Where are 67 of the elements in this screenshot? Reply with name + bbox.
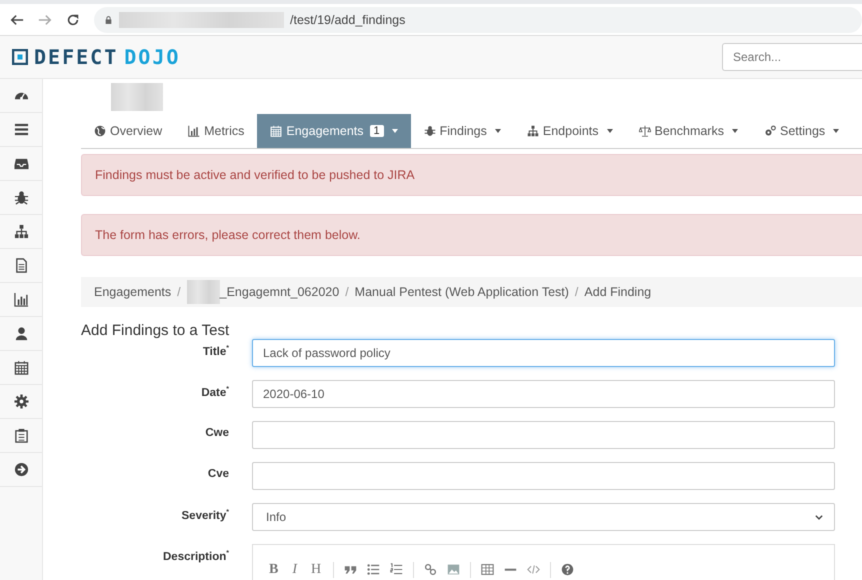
arrow-circle-icon: [14, 462, 28, 477]
breadcrumb-item[interactable]: Manual Pentest (Web Application Test): [354, 285, 569, 299]
numbered-list-icon[interactable]: [390, 563, 404, 576]
bar-chart-icon: [14, 292, 28, 307]
link-icon[interactable]: [424, 563, 438, 576]
calendar-icon: [14, 360, 28, 375]
format-button[interactable]: B: [267, 562, 280, 578]
reload-icon: [66, 12, 80, 26]
logo-icon: [12, 49, 28, 65]
sitemap-icon: [14, 224, 28, 239]
nav-tab[interactable]: Findings: [410, 114, 514, 148]
field-label: Date$^{*}$: [200, 385, 230, 399]
input-field[interactable]: [252, 462, 835, 490]
field-label: Cve: [206, 467, 230, 480]
field-label: Severity$^{*}$: [180, 508, 230, 522]
inbox-icon: [14, 156, 28, 171]
nav-tab[interactable]: Settings: [750, 114, 852, 148]
input-field[interactable]: [252, 421, 835, 449]
address-bar[interactable]: /test/19/add_findings: [94, 6, 862, 32]
input-field[interactable]: 2020-06-10: [252, 380, 835, 408]
bug-icon: [14, 190, 28, 205]
field-label: Title$^{*}$: [202, 344, 230, 358]
alert-text: The form has errors, please correct them below.: [95, 228, 360, 242]
nav-tab[interactable]: Engagements 1: [257, 114, 411, 148]
nav-tab[interactable]: Endpoints: [514, 114, 626, 148]
gear-icon: [14, 394, 28, 409]
nav-tab[interactable]: Overview: [81, 114, 176, 148]
document-icon: [14, 258, 28, 273]
severity-select[interactable]: Info: [252, 503, 835, 531]
user-icon: [14, 326, 28, 341]
table-icon[interactable]: [481, 563, 494, 576]
logo-text: DOJO: [124, 45, 180, 69]
logo-text: DEFECT: [34, 45, 118, 69]
field-label: Cwe: [204, 426, 230, 439]
markdown-editor[interactable]: B I H: [252, 544, 835, 580]
forward-icon: [38, 12, 52, 26]
bulleted-list-icon[interactable]: [367, 563, 380, 576]
nav-tab[interactable]: Metrics: [175, 114, 258, 148]
breadcrumb-item[interactable]: _Engagemnt_062020: [220, 285, 340, 299]
field-label: Description$^{*}$: [162, 549, 230, 563]
calendar-icon: [270, 125, 282, 137]
url-text: /test/19/add_findings: [290, 12, 406, 26]
clipboard-icon: [14, 428, 28, 443]
breadcrumb-separator: /: [344, 285, 350, 299]
input-field[interactable]: Lack of password policy: [252, 339, 835, 367]
search-field[interactable]: Search...: [722, 43, 862, 71]
count-badge: 1: [370, 125, 384, 137]
bug-icon: [424, 125, 436, 137]
balance-scale-icon: [638, 125, 650, 137]
breadcrumb-separator: /: [574, 285, 580, 299]
breadcrumb-item: Add Finding: [584, 285, 652, 299]
breadcrumb-separator: /: [176, 285, 182, 299]
globe-icon: [94, 125, 106, 137]
sitemap-icon: [526, 125, 539, 137]
format-button[interactable]: I: [290, 562, 300, 578]
list-icon: [14, 122, 28, 137]
redacted-block: [111, 83, 163, 111]
back-icon: [10, 12, 24, 26]
help-icon[interactable]: [561, 563, 574, 576]
format-button[interactable]: H: [309, 562, 324, 578]
nav-tab[interactable]: Benchmarks: [626, 114, 751, 148]
lock-icon: [104, 14, 113, 24]
page-heading: Add Findings to a Test: [81, 322, 230, 339]
code-icon[interactable]: [527, 563, 540, 576]
alert-text: Findings must be active and verified to be pushed to JIRA: [95, 168, 415, 182]
breadcrumb-item[interactable]: Engagements: [94, 285, 172, 299]
bar-chart-icon: [188, 125, 200, 137]
